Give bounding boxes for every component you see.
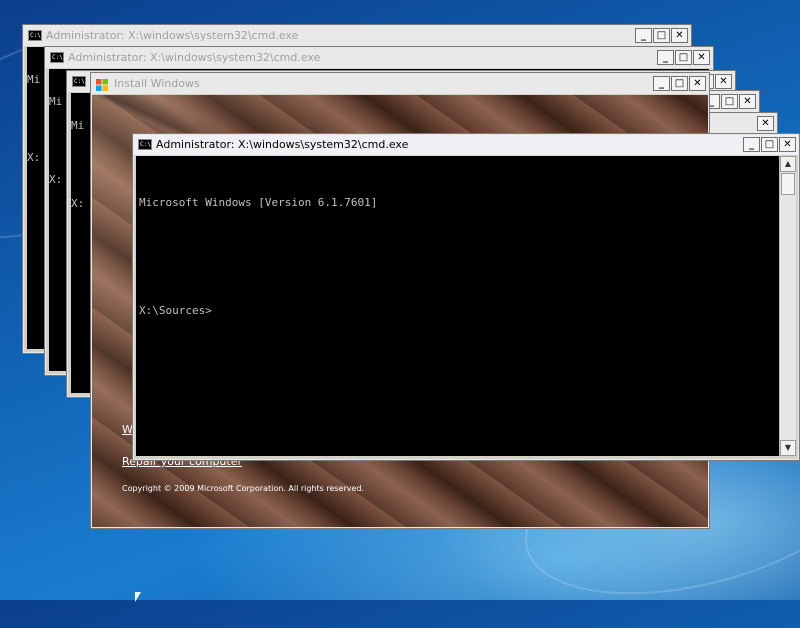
window-title: Administrator: X:\windows\system32\cmd.e… [68, 51, 321, 64]
maximize-button[interactable]: □ [671, 76, 688, 91]
scroll-up-button[interactable]: ▲ [780, 156, 796, 172]
titlebar[interactable]: Administrator: X:\windows\system32\cmd.e… [46, 48, 712, 68]
maximize-button[interactable]: □ [761, 137, 778, 152]
titlebar[interactable]: Administrator: X:\windows\system32\cmd.e… [134, 135, 798, 155]
mouse-cursor [135, 592, 141, 602]
version-line: Microsoft Windows [Version 6.1.7601] [139, 196, 378, 209]
cmd-window-front[interactable]: Administrator: X:\windows\system32\cmd.e… [132, 133, 800, 461]
titlebar[interactable]: Install Windows _ □ ✕ [92, 74, 708, 94]
cmd-icon [50, 48, 64, 68]
cmd-icon [28, 26, 42, 46]
window-title: Install Windows [114, 77, 200, 90]
close-button[interactable]: ✕ [779, 137, 796, 152]
minimize-button[interactable]: _ [635, 28, 652, 43]
close-button[interactable]: ✕ [693, 50, 710, 65]
maximize-button[interactable]: □ [721, 94, 738, 109]
cmd-icon [72, 72, 86, 92]
maximize-button[interactable]: □ [675, 50, 692, 65]
console-area[interactable]: Microsoft Windows [Version 6.1.7601] X:\… [136, 156, 779, 456]
close-button[interactable]: ✕ [715, 74, 732, 89]
minimize-button[interactable]: _ [657, 50, 674, 65]
close-button[interactable]: ✕ [739, 94, 756, 109]
titlebar[interactable]: Administrator: X:\windows\system32\cmd.e… [24, 26, 690, 46]
minimize-button[interactable]: _ [743, 137, 760, 152]
titlebar[interactable]: ✕ [702, 114, 776, 134]
windows-flag-icon [96, 78, 108, 91]
cmd-icon [138, 135, 152, 155]
scroll-down-button[interactable]: ▼ [780, 440, 796, 456]
close-button[interactable]: ✕ [689, 76, 706, 91]
window-title: Administrator: X:\windows\system32\cmd.e… [156, 138, 409, 151]
close-button[interactable]: ✕ [671, 28, 688, 43]
close-button[interactable]: ✕ [757, 116, 774, 131]
window-title: Administrator: X:\windows\system32\cmd.e… [46, 29, 299, 42]
scroll-thumb[interactable] [781, 173, 795, 195]
minimize-button[interactable]: _ [653, 76, 670, 91]
copyright-text: Copyright © 2009 Microsoft Corporation. … [122, 484, 365, 493]
prompt-line: X:\Sources> [139, 304, 212, 317]
maximize-button[interactable]: □ [653, 28, 670, 43]
vertical-scrollbar[interactable]: ▲ ▼ [779, 156, 796, 456]
